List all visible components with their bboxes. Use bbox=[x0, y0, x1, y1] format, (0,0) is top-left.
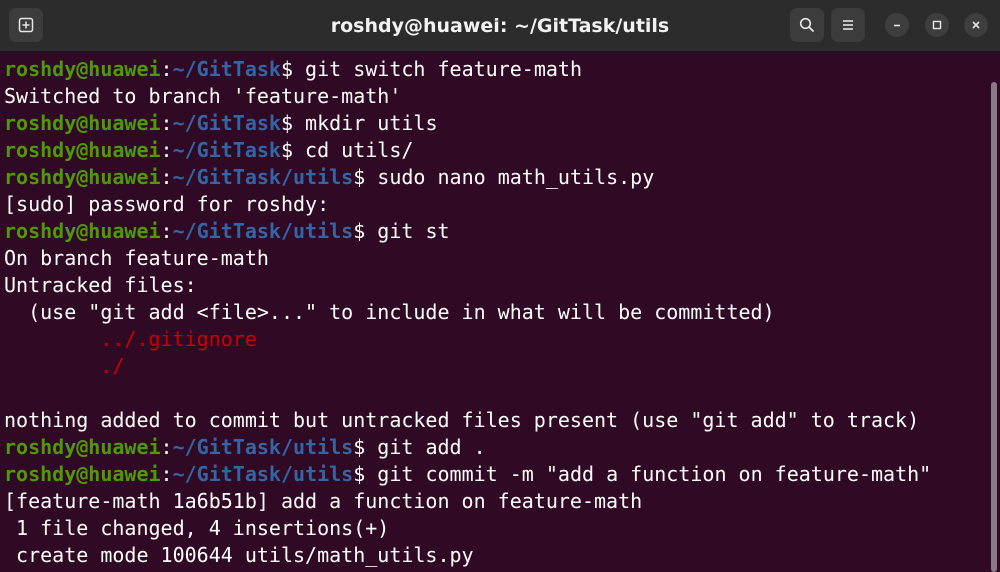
output-text: Switched to branch 'feature-math' bbox=[4, 84, 402, 108]
close-icon bbox=[972, 21, 980, 29]
prompt-line: roshdy@huawei:~/GitTask/utils$ git st bbox=[4, 218, 988, 245]
command-text: $ git add . bbox=[353, 435, 486, 459]
hamburger-menu-icon bbox=[843, 20, 853, 30]
untracked-file: ../.gitignore bbox=[4, 327, 257, 351]
prompt-separator: : bbox=[160, 219, 173, 243]
prompt-path: ~/GitTask bbox=[172, 57, 281, 81]
command-text: $ mkdir utils bbox=[280, 111, 438, 135]
prompt-user: roshdy@huawei bbox=[4, 111, 161, 135]
terminal-window: roshdy@huawei: ~/GitTask/utils roshdy@hu… bbox=[0, 0, 1000, 572]
output-line: [feature-math 1a6b51b] add a function on… bbox=[4, 488, 988, 515]
close-button[interactable] bbox=[964, 13, 988, 37]
prompt-path: ~/GitTask bbox=[172, 111, 281, 135]
output-text: nothing added to commit but untracked fi… bbox=[4, 408, 920, 432]
minimize-icon bbox=[894, 24, 900, 27]
prompt-line: roshdy@huawei:~/GitTask/utils$ sudo nano… bbox=[4, 164, 988, 191]
prompt-line: roshdy@huawei:~/GitTask$ cd utils/ bbox=[4, 137, 988, 164]
maximize-button[interactable] bbox=[925, 13, 949, 37]
output-text: 1 file changed, 4 insertions(+) bbox=[4, 516, 390, 540]
prompt-separator: : bbox=[160, 462, 173, 486]
untracked-file-line: ./ bbox=[4, 353, 988, 380]
prompt-line: roshdy@huawei:~/GitTask/utils$ git add . bbox=[4, 434, 988, 461]
output-text: Untracked files: bbox=[4, 273, 197, 297]
output-text: (use "git add <file>..." to include in w… bbox=[4, 300, 775, 324]
prompt-user: roshdy@huawei bbox=[4, 435, 161, 459]
prompt-separator: : bbox=[160, 165, 173, 189]
output-text: create mode 100644 utils/math_utils.py bbox=[4, 543, 474, 567]
prompt-user: roshdy@huawei bbox=[4, 57, 161, 81]
prompt-path: ~/GitTask/utils bbox=[172, 435, 354, 459]
prompt-path: ~/GitTask bbox=[172, 138, 281, 162]
output-line: 1 file changed, 4 insertions(+) bbox=[4, 515, 988, 542]
prompt-user: roshdy@huawei bbox=[4, 462, 161, 486]
prompt-path: ~/GitTask/utils bbox=[172, 462, 354, 486]
output-line: Untracked files: bbox=[4, 272, 988, 299]
scrollbar[interactable] bbox=[988, 52, 1000, 572]
prompt-line: roshdy@huawei:~/GitTask$ mkdir utils bbox=[4, 110, 988, 137]
terminal-output[interactable]: roshdy@huawei:~/GitTask$ git switch feat… bbox=[0, 52, 988, 572]
prompt-user: roshdy@huawei bbox=[4, 138, 161, 162]
output-line: nothing added to commit but untracked fi… bbox=[4, 407, 988, 434]
untracked-file-line: ../.gitignore bbox=[4, 326, 988, 353]
command-text: $ git switch feature-math bbox=[280, 57, 582, 81]
search-button[interactable] bbox=[790, 8, 824, 42]
output-line: create mode 100644 utils/math_utils.py bbox=[4, 542, 988, 569]
output-text: [feature-math 1a6b51b] add a function on… bbox=[4, 489, 643, 513]
prompt-line: roshdy@huawei:~/GitTask/utils$ git commi… bbox=[4, 461, 988, 488]
output-line: Switched to branch 'feature-math' bbox=[4, 83, 988, 110]
minimize-button[interactable] bbox=[885, 13, 909, 37]
title-bar[interactable]: roshdy@huawei: ~/GitTask/utils bbox=[0, 0, 1000, 52]
command-text: $ git commit -m "add a function on featu… bbox=[353, 462, 932, 486]
prompt-separator: : bbox=[160, 57, 173, 81]
prompt-separator: : bbox=[160, 111, 173, 135]
output-text: [sudo] password for roshdy: bbox=[4, 192, 330, 216]
prompt-separator: : bbox=[160, 138, 173, 162]
prompt-separator: : bbox=[160, 435, 173, 459]
scrollbar-thumb[interactable] bbox=[991, 82, 997, 572]
maximize-icon bbox=[932, 20, 942, 30]
output-text: On branch feature-math bbox=[4, 246, 269, 270]
prompt-user: roshdy@huawei bbox=[4, 165, 161, 189]
command-text: $ sudo nano math_utils.py bbox=[353, 165, 655, 189]
search-icon bbox=[799, 17, 814, 32]
command-text: $ git st bbox=[353, 219, 450, 243]
output-line: (use "git add <file>..." to include in w… bbox=[4, 299, 988, 326]
menu-button[interactable] bbox=[831, 8, 865, 42]
prompt-line: roshdy@huawei:~/GitTask$ git switch feat… bbox=[4, 56, 988, 83]
command-text: $ cd utils/ bbox=[280, 138, 414, 162]
prompt-path: ~/GitTask/utils bbox=[172, 165, 354, 189]
prompt-user: roshdy@huawei bbox=[4, 219, 161, 243]
output-line: [sudo] password for roshdy: bbox=[4, 191, 988, 218]
output-line: On branch feature-math bbox=[4, 245, 988, 272]
untracked-file: ./ bbox=[4, 354, 125, 378]
prompt-path: ~/GitTask/utils bbox=[172, 219, 354, 243]
